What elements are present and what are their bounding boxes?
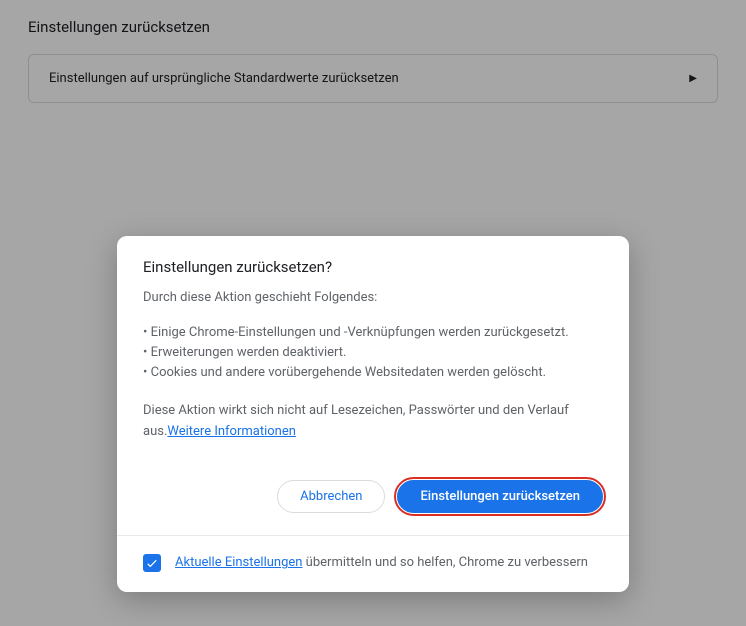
dialog-title: Einstellungen zurücksetzen?	[143, 258, 603, 276]
confirm-reset-button[interactable]: Einstellungen zurücksetzen	[397, 480, 603, 513]
check-icon	[145, 556, 159, 570]
dialog-bullet-list: • Einige Chrome-Einstellungen und -Verkn…	[143, 323, 603, 383]
modal-overlay: Einstellungen zurücksetzen? Durch diese …	[0, 0, 746, 626]
report-settings-label: Aktuelle Einstellungen übermitteln und s…	[175, 555, 588, 570]
dialog-bullet: • Cookies und andere vorübergehende Webs…	[143, 363, 603, 383]
learn-more-link[interactable]: Weitere Informationen	[167, 424, 296, 439]
reset-dialog: Einstellungen zurücksetzen? Durch diese …	[117, 236, 629, 592]
dialog-bullet: • Einige Chrome-Einstellungen und -Verkn…	[143, 323, 603, 343]
dialog-lead: Durch diese Aktion geschieht Folgendes:	[143, 290, 603, 305]
report-settings-checkbox[interactable]	[143, 554, 161, 572]
cancel-button[interactable]: Abbrechen	[277, 480, 385, 513]
report-settings-rest: übermitteln und so helfen, Chrome zu ver…	[302, 555, 587, 570]
dialog-bullet: • Erweiterungen werden deaktiviert.	[143, 343, 603, 363]
dialog-footnote: Diese Aktion wirkt sich nicht auf Leseze…	[143, 401, 603, 441]
current-settings-link[interactable]: Aktuelle Einstellungen	[175, 555, 302, 570]
